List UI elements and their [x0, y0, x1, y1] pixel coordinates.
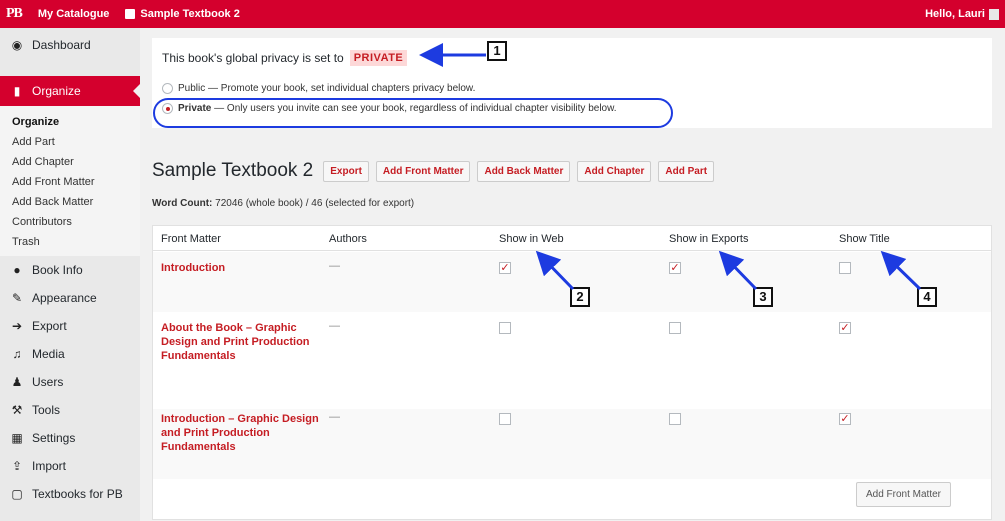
row-authors: —: [329, 320, 340, 332]
admin-bar: PB My Catalogue Sample Textbook 2 Hello,…: [0, 0, 1005, 28]
submenu-trash[interactable]: Trash: [0, 232, 140, 252]
public-option[interactable]: Public — Promote your book, set individu…: [162, 83, 475, 94]
submenu-add-chapter[interactable]: Add Chapter: [0, 152, 140, 172]
privacy-prefix: This book's global privacy is set to: [162, 51, 344, 65]
word-count: Word Count: 72046 (whole book) / 46 (sel…: [152, 198, 414, 209]
brush-icon: ✎: [11, 291, 23, 305]
add-chapter-button[interactable]: Add Chapter: [577, 160, 652, 182]
sidebar-item-organize[interactable]: ▮ Organize: [0, 76, 140, 106]
callout-1: 1: [487, 41, 507, 61]
export-icon: ➔: [11, 319, 23, 333]
export-button[interactable]: Export: [323, 160, 369, 182]
row-title-link[interactable]: Introduction: [161, 261, 321, 275]
header-authors: Authors: [329, 233, 367, 245]
sidebar-item-dashboard[interactable]: ◉ Dashboard: [0, 28, 140, 62]
book-title: Sample Textbook 2: [152, 160, 314, 181]
sidebar-item-book-info[interactable]: ● Book Info: [0, 256, 140, 284]
info-icon: ●: [13, 263, 21, 277]
sidebar-item-label: Textbooks for PB: [32, 487, 123, 501]
wrench-icon: ⚒: [11, 403, 23, 417]
submenu-contributors[interactable]: Contributors: [0, 212, 140, 232]
my-catalogue-link[interactable]: My Catalogue: [30, 8, 118, 20]
callout-4: 4: [917, 287, 937, 307]
sidebar-item-label: Dashboard: [32, 38, 91, 52]
media-icon: ♫: [12, 347, 22, 361]
dashboard-icon: ◉: [11, 38, 23, 52]
show-in-web-checkbox[interactable]: [499, 413, 511, 425]
show-in-exports-checkbox[interactable]: [669, 322, 681, 334]
public-radio[interactable]: [162, 83, 173, 94]
sidebar-item-label: Organize: [32, 84, 81, 98]
sidebar-item-import[interactable]: ⇪ Import: [0, 452, 140, 480]
sidebar-item-textbooks[interactable]: ▢ Textbooks for PB: [0, 480, 140, 508]
sidebar-item-users[interactable]: ♟ Users: [0, 368, 140, 396]
row-title-link[interactable]: About the Book – Graphic Design and Prin…: [161, 321, 321, 363]
table-header: Front Matter Authors Show in Web Show in…: [153, 226, 991, 251]
sidebar-item-export[interactable]: ➔ Export: [0, 312, 140, 340]
submenu-add-part[interactable]: Add Part: [0, 132, 140, 152]
privacy-status-line: This book's global privacy is set to PRI…: [162, 50, 408, 66]
row-authors: —: [329, 411, 340, 423]
admin-sidebar: ◉ Dashboard ▮ Organize Organize Add Part…: [0, 28, 140, 521]
greeting: Hello, Lauri: [925, 8, 985, 20]
word-count-value: 72046 (whole book) / 46 (selected for ex…: [212, 198, 415, 209]
sidebar-item-label: Tools: [32, 403, 61, 417]
account-menu[interactable]: Hello, Lauri: [925, 8, 1005, 20]
book-icon: [125, 9, 136, 19]
table-row: About the Book – Graphic Design and Prin…: [153, 312, 991, 409]
book-title-row: Sample Textbook 2 Export Add Front Matte…: [152, 160, 721, 182]
add-front-matter-footer-button[interactable]: Add Front Matter: [855, 482, 951, 507]
import-icon: ⇪: [11, 459, 23, 473]
sidebar-item-label: Users: [32, 375, 64, 389]
annotation-oval: [153, 98, 673, 128]
submenu-add-back-matter[interactable]: Add Back Matter: [0, 192, 140, 212]
sidebar-item-tools[interactable]: ⚒ Tools: [0, 396, 140, 424]
sidebar-item-label: Media: [32, 347, 65, 361]
sidebar-item-label: Export: [32, 319, 67, 333]
header-show-title: Show Title: [839, 233, 890, 245]
settings-icon: ▦: [11, 431, 23, 445]
sidebar-item-label: Appearance: [32, 291, 97, 305]
show-title-checkbox[interactable]: [839, 262, 851, 274]
row-authors: —: [329, 260, 340, 272]
sidebar-item-media[interactable]: ♫ Media: [0, 340, 140, 368]
sidebar-item-appearance[interactable]: ✎ Appearance: [0, 284, 140, 312]
header-front-matter: Front Matter: [161, 233, 221, 245]
word-count-label: Word Count:: [152, 198, 213, 209]
book-icon: ▮: [13, 84, 21, 98]
avatar: [989, 8, 999, 20]
show-in-exports-checkbox[interactable]: [669, 413, 681, 425]
add-front-matter-button[interactable]: Add Front Matter: [375, 160, 471, 182]
submenu-add-front-matter[interactable]: Add Front Matter: [0, 172, 140, 192]
submenu-organize[interactable]: Organize: [0, 112, 140, 132]
callout-3: 3: [753, 287, 773, 307]
row-title-link[interactable]: Introduction – Graphic Design and Print …: [161, 412, 321, 454]
public-label: Public: [178, 83, 206, 94]
public-desc: — Promote your book, set individual chap…: [205, 83, 476, 94]
show-in-web-checkbox[interactable]: [499, 322, 511, 334]
sidebar-item-label: Import: [32, 459, 67, 473]
pressbooks-logo[interactable]: PB: [0, 6, 30, 22]
sidebar-item-label: Settings: [32, 431, 76, 445]
book-link-label: Sample Textbook 2: [140, 8, 240, 20]
textbook-icon: ▢: [11, 487, 23, 501]
table-row: Introduction – Graphic Design and Print …: [153, 409, 991, 479]
privacy-status-badge: PRIVATE: [349, 50, 408, 66]
organize-submenu: Organize Add Part Add Chapter Add Front …: [0, 106, 140, 256]
user-icon: ♟: [11, 375, 23, 389]
sidebar-item-settings[interactable]: ▦ Settings: [0, 424, 140, 452]
show-in-web-checkbox[interactable]: ✓: [499, 262, 511, 274]
show-title-checkbox[interactable]: ✓: [839, 413, 851, 425]
add-back-matter-button[interactable]: Add Back Matter: [477, 160, 571, 182]
header-show-in-exports: Show in Exports: [669, 233, 749, 245]
header-show-in-web: Show in Web: [499, 233, 564, 245]
book-link[interactable]: Sample Textbook 2: [117, 8, 247, 20]
add-part-button[interactable]: Add Part: [658, 160, 715, 182]
show-title-checkbox[interactable]: ✓: [839, 322, 851, 334]
front-matter-table: Front Matter Authors Show in Web Show in…: [152, 225, 992, 520]
show-in-exports-checkbox[interactable]: ✓: [669, 262, 681, 274]
sidebar-item-label: Book Info: [32, 263, 83, 277]
callout-2: 2: [570, 287, 590, 307]
